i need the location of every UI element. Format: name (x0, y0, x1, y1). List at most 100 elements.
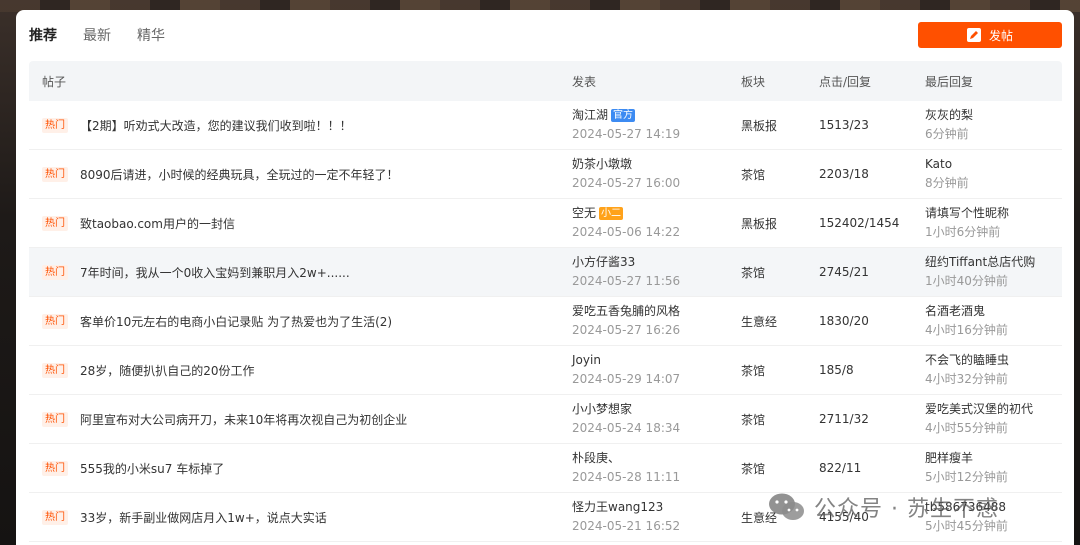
table-row[interactable]: 热门 555我的小米su7 车标掉了 朴段庚、 2024-05-28 11:11 茶馆 8… (29, 444, 1062, 493)
author-cell: 小方仔酱33 2024-05-27 11:56 (559, 254, 728, 290)
last-reply-user[interactable]: 名酒老酒鬼 (925, 303, 1062, 320)
table-row[interactable]: 热门 致taobao.com用户的一封信 空无 小二 2024-05-06 14:22 黑… (29, 199, 1062, 248)
tab-recommended[interactable]: 推荐 (29, 26, 57, 46)
last-reply-time: 6分钟前 (925, 127, 969, 141)
post-cell: 热门 【2期】听劝式大改造，您的建议我们收到啦！！！ (29, 117, 559, 134)
post-cell: 热门 33岁，新手副业做网店月入1w+，说点大实话 (29, 509, 559, 526)
board-link[interactable]: 茶馆 (728, 460, 806, 477)
last-reply-user[interactable]: 肥样瘦羊 (925, 450, 1062, 467)
post-cell: 热门 阿里宣布对大公司病开刀，未来10年将再次视自己为初创企业 (29, 411, 559, 428)
click-reply-count: 1513/23 (819, 118, 869, 132)
tab-bar: 推荐 最新 精华 (29, 26, 165, 46)
last-reply-time: 4小时16分钟前 (925, 323, 1008, 337)
table-row[interactable]: 热门 33岁，新手副业做网店月入1w+，说点大实话 怪力王wang123 2024-0… (29, 493, 1062, 542)
hot-tag: 热门 (42, 166, 68, 182)
author-cell: 朴段庚、 2024-05-28 11:11 (559, 450, 728, 486)
author-cell: 空无 小二 2024-05-06 14:22 (559, 205, 728, 241)
board-link[interactable]: 茶馆 (728, 166, 806, 183)
table-row[interactable]: 热门 【2期】听劝式大改造，您的建议我们收到啦！！！ 淘江湖 官方 2024-05-27… (29, 101, 1062, 150)
post-title-link[interactable]: 555我的小米su7 车标掉了 (80, 460, 224, 477)
post-cell: 热门 致taobao.com用户的一封信 (29, 215, 559, 232)
table-row[interactable]: 热门 8090后请进，小时候的经典玩具，全玩过的一定不年轻了！ 奶茶小墩墩 2024-… (29, 150, 1062, 199)
last-reply-user[interactable]: 灰灰的梨 (925, 107, 1062, 124)
author-link[interactable]: 奶茶小墩墩 (572, 156, 632, 173)
post-date: 2024-05-27 16:00 (572, 176, 681, 190)
post-cell: 热门 7年时间，我从一个0收入宝妈到兼职月入2w+...... (29, 264, 559, 281)
last-reply-time: 1小时6分钟前 (925, 225, 1001, 239)
table-row[interactable]: 热门 阿里宣布对大公司病开刀，未来10年将再次视自己为初创企业 小小梦想家 2024-… (29, 395, 1062, 444)
last-reply-user[interactable]: 爱吃美式汉堡的初代 (925, 401, 1062, 418)
board-link[interactable]: 生意经 (728, 313, 806, 330)
hot-tag: 热门 (42, 509, 68, 525)
header-post: 帖子 (42, 74, 67, 89)
table-body: 热门 【2期】听劝式大改造，您的建议我们收到啦！！！ 淘江湖 官方 2024-05-27… (29, 101, 1062, 542)
table-row[interactable]: 热门 7年时间，我从一个0收入宝妈到兼职月入2w+...... 小方仔酱33 2024… (29, 248, 1062, 297)
table-row[interactable]: 热门 28岁，随便扒扒自己的20份工作 Joyin 2024-05-29 14:07 茶… (29, 346, 1062, 395)
author-cell: 奶茶小墩墩 2024-05-27 16:00 (559, 156, 728, 192)
board-link[interactable]: 黑板报 (728, 215, 806, 232)
post-date: 2024-05-29 14:07 (572, 372, 681, 386)
board-link[interactable]: 茶馆 (728, 362, 806, 379)
tab-latest[interactable]: 最新 (83, 26, 111, 46)
last-reply-time: 1小时40分钟前 (925, 274, 1008, 288)
last-reply-cell: 请填写个性昵称 1小时6分钟前 (912, 205, 1062, 241)
header-stats: 点击/回复 (819, 74, 872, 89)
click-reply-count: 2745/21 (819, 265, 869, 279)
tab-featured[interactable]: 精华 (137, 26, 165, 46)
board-link[interactable]: 生意经 (728, 509, 806, 526)
last-reply-cell: 肥样瘦羊 5小时12分钟前 (912, 450, 1062, 486)
last-reply-user[interactable]: 纽约Tiffant总店代购 (925, 254, 1062, 271)
post-title-link[interactable]: 28岁，随便扒扒自己的20份工作 (80, 362, 255, 379)
click-reply-count: 2203/18 (819, 167, 869, 181)
author-cell: Joyin 2024-05-29 14:07 (559, 352, 728, 388)
click-reply-count: 822/11 (819, 461, 862, 475)
post-date: 2024-05-27 16:26 (572, 323, 681, 337)
hot-tag: 热门 (42, 411, 68, 427)
post-title-link[interactable]: 【2期】听劝式大改造，您的建议我们收到啦！！！ (80, 117, 352, 134)
post-title-link[interactable]: 7年时间，我从一个0收入宝妈到兼职月入2w+...... (80, 264, 350, 281)
author-link[interactable]: 空无 (572, 205, 596, 222)
author-link[interactable]: 怪力王wang123 (572, 499, 663, 516)
board-link[interactable]: 黑板报 (728, 117, 806, 134)
board-link[interactable]: 茶馆 (728, 264, 806, 281)
last-reply-cell: 爱吃美式汉堡的初代 4小时55分钟前 (912, 401, 1062, 437)
table-row[interactable]: 热门 客单价10元左右的电商小白记录贴 为了热爱也为了生活(2) 爱吃五香兔脯的风格… (29, 297, 1062, 346)
last-reply-user[interactable]: tb586736488 (925, 499, 1062, 516)
author-link[interactable]: 淘江湖 (572, 107, 608, 124)
click-reply-count: 2711/32 (819, 412, 869, 426)
post-cell: 热门 555我的小米su7 车标掉了 (29, 460, 559, 477)
post-title-link[interactable]: 33岁，新手副业做网店月入1w+，说点大实话 (80, 509, 327, 526)
hot-tag: 热门 (42, 313, 68, 329)
post-title-link[interactable]: 客单价10元左右的电商小白记录贴 为了热爱也为了生活(2) (80, 313, 392, 330)
table-header: 帖子 发表 板块 点击/回复 最后回复 (29, 61, 1062, 101)
last-reply-cell: tb586736488 5小时45分钟前 (912, 499, 1062, 535)
board-link[interactable]: 茶馆 (728, 411, 806, 428)
hot-tag: 热门 (42, 264, 68, 280)
author-link[interactable]: 小方仔酱33 (572, 254, 635, 271)
click-reply-count: 152402/1454 (819, 216, 900, 230)
author-link[interactable]: 小小梦想家 (572, 401, 632, 418)
post-title-link[interactable]: 阿里宣布对大公司病开刀，未来10年将再次视自己为初创企业 (80, 411, 407, 428)
post-date: 2024-05-21 16:52 (572, 519, 681, 533)
new-post-button[interactable]: 发帖 (918, 22, 1062, 48)
hot-tag: 热门 (42, 362, 68, 378)
hot-tag: 热门 (42, 460, 68, 476)
post-title-link[interactable]: 致taobao.com用户的一封信 (80, 215, 235, 232)
last-reply-time: 4小时32分钟前 (925, 372, 1008, 386)
header-last-reply: 最后回复 (925, 74, 974, 89)
header-author: 发表 (572, 74, 597, 89)
last-reply-user[interactable]: 请填写个性昵称 (925, 205, 1062, 222)
author-link[interactable]: 爱吃五香兔脯的风格 (572, 303, 680, 320)
post-title-link[interactable]: 8090后请进，小时候的经典玩具，全玩过的一定不年轻了！ (80, 166, 399, 183)
edit-icon (966, 28, 981, 42)
author-badge: 官方 (611, 109, 636, 122)
last-reply-user[interactable]: Kato (925, 156, 1062, 173)
forum-panel: 推荐 最新 精华 发帖 帖子 发表 板块 点击/回复 最后回复 热门 【2期】听劝… (16, 10, 1074, 545)
author-link[interactable]: Joyin (572, 352, 601, 369)
hot-tag: 热门 (42, 117, 68, 133)
last-reply-user[interactable]: 不会飞的瞌睡虫 (925, 352, 1062, 369)
post-cell: 热门 8090后请进，小时候的经典玩具，全玩过的一定不年轻了！ (29, 166, 559, 183)
author-link[interactable]: 朴段庚、 (572, 450, 620, 467)
click-reply-count: 1830/20 (819, 314, 869, 328)
post-cell: 热门 客单价10元左右的电商小白记录贴 为了热爱也为了生活(2) (29, 313, 559, 330)
